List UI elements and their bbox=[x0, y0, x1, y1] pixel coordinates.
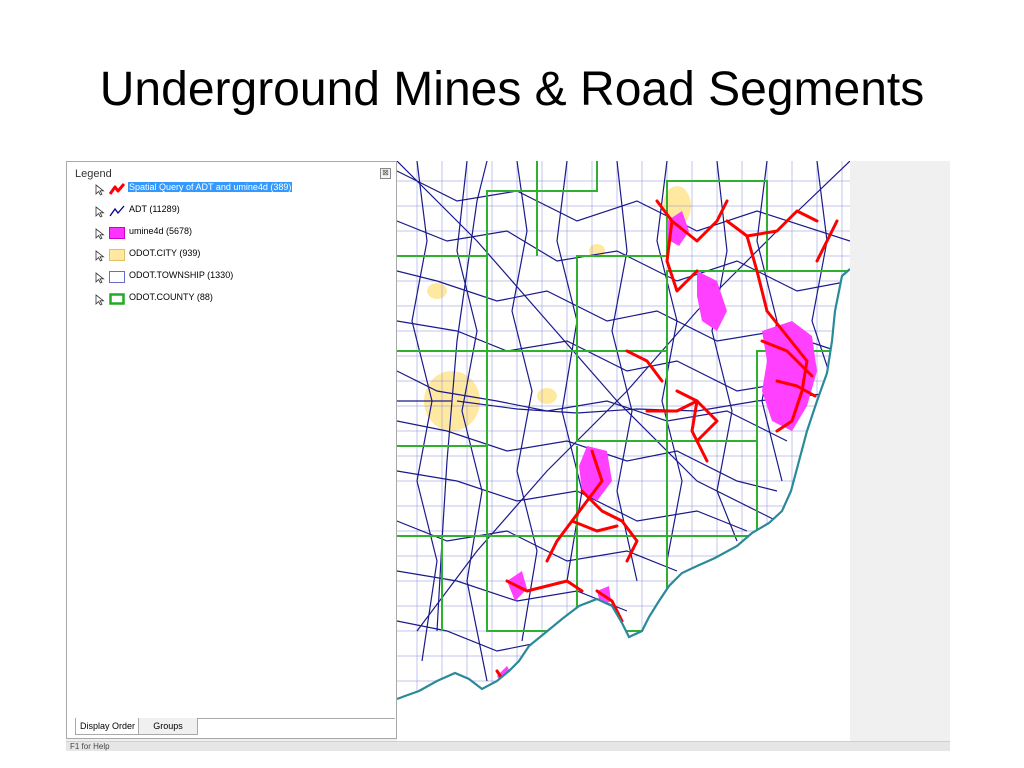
red-line-icon bbox=[109, 183, 125, 195]
pointer-icon bbox=[95, 228, 105, 240]
green-outline-icon bbox=[109, 293, 125, 305]
legend-layer-umine4d[interactable]: umine4d (5678) bbox=[77, 224, 392, 246]
close-icon[interactable]: ⊠ bbox=[380, 168, 391, 179]
layer-label: ADT (11289) bbox=[129, 204, 180, 214]
magenta-fill-icon bbox=[109, 227, 125, 239]
status-bar: F1 for Help bbox=[66, 741, 950, 751]
tab-display-order[interactable]: Display Order bbox=[75, 718, 141, 735]
legend-layer-spatial-query[interactable]: Spatial Query of ADT and umine4d (389) bbox=[77, 180, 392, 202]
legend-title: Legend bbox=[75, 168, 112, 180]
layer-list: Spatial Query of ADT and umine4d (389) A… bbox=[77, 180, 392, 312]
layer-label: ODOT.TOWNSHIP (1330) bbox=[129, 270, 234, 280]
legend-layer-odot-county[interactable]: ODOT.COUNTY (88) bbox=[77, 290, 392, 312]
ohio-map[interactable] bbox=[397, 161, 850, 745]
outline-box-icon bbox=[109, 271, 125, 283]
legend-tabs: Display Order Groups bbox=[75, 718, 395, 737]
gis-application-window: Legend ⊠ Spatial Query of ADT and umine4… bbox=[66, 161, 950, 751]
legend-layer-odot-township[interactable]: ODOT.TOWNSHIP (1330) bbox=[77, 268, 392, 290]
tab-groups[interactable]: Groups bbox=[138, 718, 198, 735]
slide-title: Underground Mines & Road Segments bbox=[99, 63, 925, 116]
map-view[interactable] bbox=[397, 161, 850, 745]
pointer-icon bbox=[95, 184, 105, 196]
blue-line-icon bbox=[109, 205, 125, 217]
layer-label: Spatial Query of ADT and umine4d (389) bbox=[128, 182, 293, 192]
pointer-icon bbox=[95, 250, 105, 262]
yellow-fill-icon bbox=[109, 249, 125, 261]
legend-layer-odot-city[interactable]: ODOT.CITY (939) bbox=[77, 246, 392, 268]
pointer-icon bbox=[95, 206, 105, 218]
pointer-icon bbox=[95, 294, 105, 306]
layer-label: ODOT.CITY (939) bbox=[129, 248, 201, 258]
layer-label: umine4d (5678) bbox=[129, 226, 193, 236]
layer-label: ODOT.COUNTY (88) bbox=[129, 292, 213, 302]
legend-panel: Legend ⊠ Spatial Query of ADT and umine4… bbox=[66, 161, 397, 739]
legend-layer-adt[interactable]: ADT (11289) bbox=[77, 202, 392, 224]
pointer-icon bbox=[95, 272, 105, 284]
